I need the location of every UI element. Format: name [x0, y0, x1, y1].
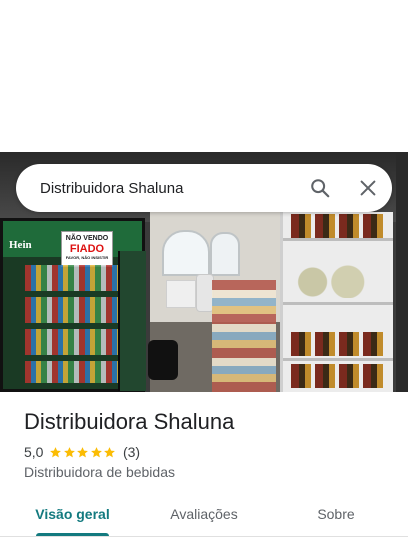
review-count[interactable]: (3): [123, 444, 140, 460]
rating-value: 5,0: [24, 444, 44, 460]
photo-bin: [148, 340, 178, 380]
shelf-board: [283, 302, 393, 305]
shelf-bottles: [291, 332, 385, 356]
shelf-bottles: [291, 214, 385, 238]
search-input[interactable]: Distribuidora Shaluna: [40, 180, 296, 197]
close-icon: [360, 180, 376, 196]
top-blank-area: [0, 0, 408, 152]
shelf-board: [283, 358, 393, 361]
tabs-divider: [0, 536, 408, 537]
sign-line-3: FAVOR, NÃO INSISTIR: [65, 255, 109, 260]
photo-fridge: Hein NÃO VENDO FIADO FAVOR, NÃO INSISTIR: [0, 218, 146, 392]
photo-bottle-shelf: [280, 212, 393, 392]
place-tabs: Visão geral Avaliações Sobre: [0, 492, 408, 540]
star-icon: [91, 446, 102, 457]
rating-row[interactable]: 5,0 (3): [24, 444, 140, 460]
tab-overview[interactable]: Visão geral: [24, 492, 121, 536]
no-credit-sign: NÃO VENDO FIADO FAVOR, NÃO INSISTIR: [61, 231, 113, 267]
photo-table: [166, 280, 196, 308]
star-icon: [50, 446, 62, 457]
search-button[interactable]: [296, 164, 344, 212]
shelf-jars: [295, 258, 383, 298]
fridge-shelf: [25, 265, 121, 291]
star-icon: [77, 446, 89, 457]
fridge-door: [118, 251, 146, 391]
tab-reviews[interactable]: Avaliações: [154, 492, 254, 536]
fridge-shelf: [25, 329, 121, 355]
shelf-bottles: [291, 364, 385, 388]
clear-search-button[interactable]: [344, 164, 392, 212]
place-category[interactable]: Distribuidora de bebidas: [24, 464, 175, 480]
search-icon: [311, 179, 330, 198]
place-title: Distribuidora Shaluna: [24, 409, 235, 434]
fridge-shelf: [25, 361, 121, 383]
star-icon: [104, 446, 116, 457]
sign-line-1: NÃO VENDO: [65, 235, 109, 242]
photo-snack-rack: [212, 280, 276, 392]
photo-right-edge: [396, 152, 408, 392]
star-icon: [64, 446, 75, 457]
photo-window: [210, 232, 240, 276]
star-rating: [49, 446, 117, 459]
fridge-brand: Hein: [9, 239, 32, 251]
tab-about[interactable]: Sobre: [296, 492, 376, 536]
photo-window: [162, 230, 210, 276]
fridge-shelf: [25, 297, 121, 323]
shelf-board: [283, 238, 393, 241]
search-bar[interactable]: Distribuidora Shaluna: [16, 164, 392, 212]
sign-line-2: FIADO: [69, 243, 105, 255]
